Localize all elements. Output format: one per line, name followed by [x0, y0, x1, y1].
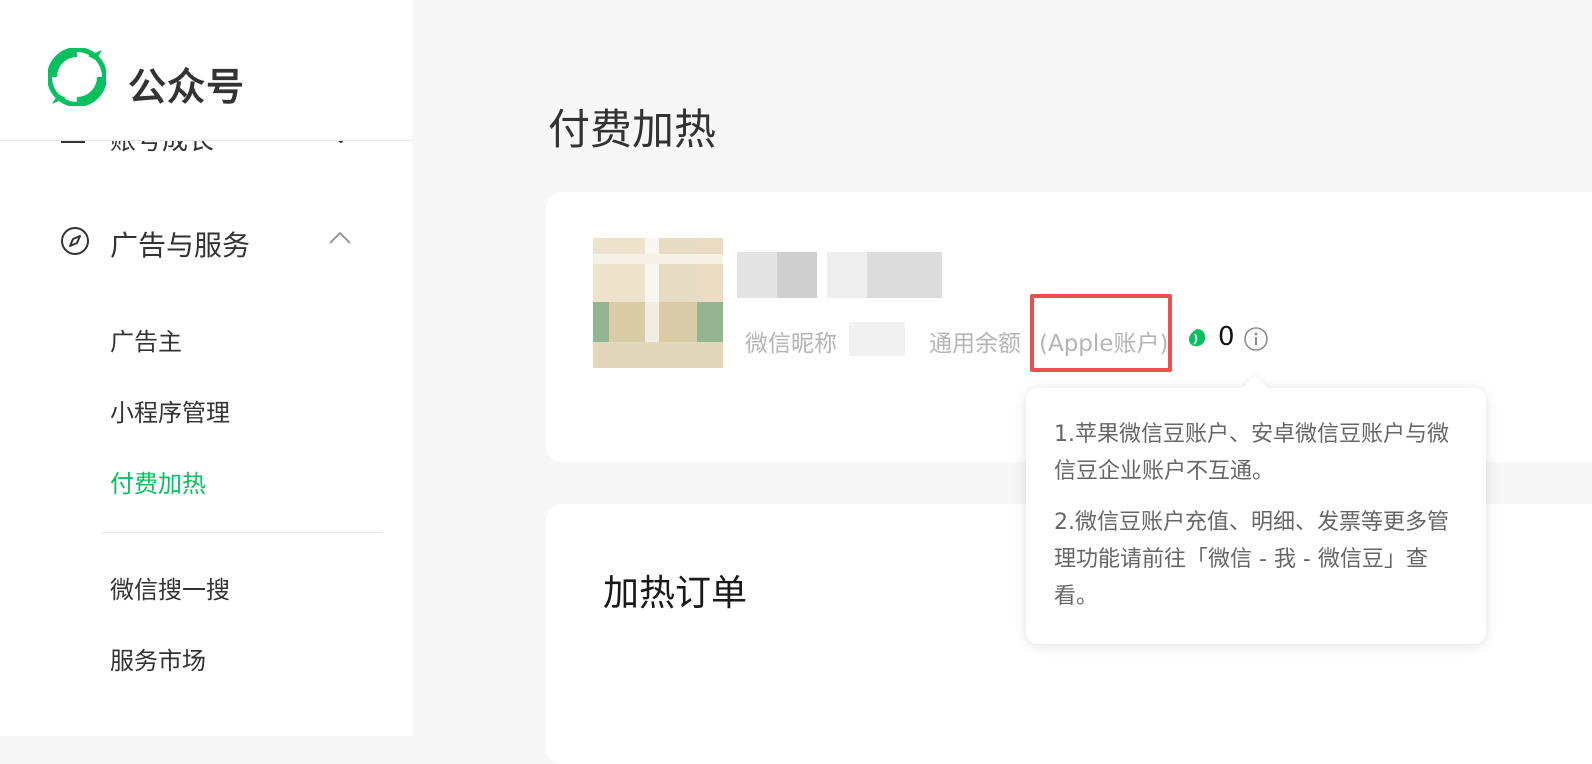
nickname-value-blurred — [849, 322, 905, 356]
sidebar-item-service-market[interactable]: 服务市场 — [110, 641, 206, 676]
page-title: 付费加热 — [548, 105, 717, 154]
balance-label: 通用余额 — [929, 331, 1021, 357]
balance-tooltip: 1.苹果微信豆账户、安卓微信豆账户与微信豆企业账户不互通。 2.微信豆账户充值、… — [1026, 375, 1486, 644]
avatar — [593, 238, 723, 368]
sidebar-item-advertiser[interactable]: 广告主 — [110, 322, 182, 357]
tooltip-line-2: 2.微信豆账户充值、明细、发票等更多管理功能请前往「微信 - 我 - 微信豆」查… — [1054, 510, 1449, 609]
orders-title: 加热订单 — [603, 573, 748, 614]
nickname-label: 微信昵称 — [745, 331, 837, 357]
wechat-bean-icon — [1188, 329, 1206, 347]
balance-value: 0 — [1218, 322, 1235, 352]
tooltip-line-1: 1.苹果微信豆账户、安卓微信豆账户与微信豆企业账户不互通。 — [1054, 422, 1449, 484]
info-icon[interactable] — [1243, 326, 1269, 352]
sidebar: 账号成长 ⌄ 公众号 广告与服务 广告主 小程序管理 付费加热 微信搜一搜 服务… — [0, 0, 412, 736]
brand-header: 公众号 — [0, 0, 412, 141]
sidebar-item-paid-boost[interactable]: 付费加热 — [110, 464, 206, 499]
brand-name: 公众号 — [128, 65, 246, 109]
sidebar-item-wechat-search[interactable]: 微信搜一搜 — [110, 570, 230, 605]
wechat-logo-icon — [48, 48, 106, 106]
chevron-up-icon — [329, 231, 351, 244]
sidebar-item-miniprogram[interactable]: 小程序管理 — [110, 393, 230, 428]
sidebar-divider — [102, 532, 382, 533]
highlight-annotation — [1030, 294, 1172, 372]
sidebar-section-label: 广告与服务 — [110, 229, 251, 262]
sidebar-section-ads-services[interactable]: 广告与服务 — [60, 222, 360, 262]
nickname-blurred — [737, 252, 942, 298]
compass-icon — [61, 227, 89, 255]
